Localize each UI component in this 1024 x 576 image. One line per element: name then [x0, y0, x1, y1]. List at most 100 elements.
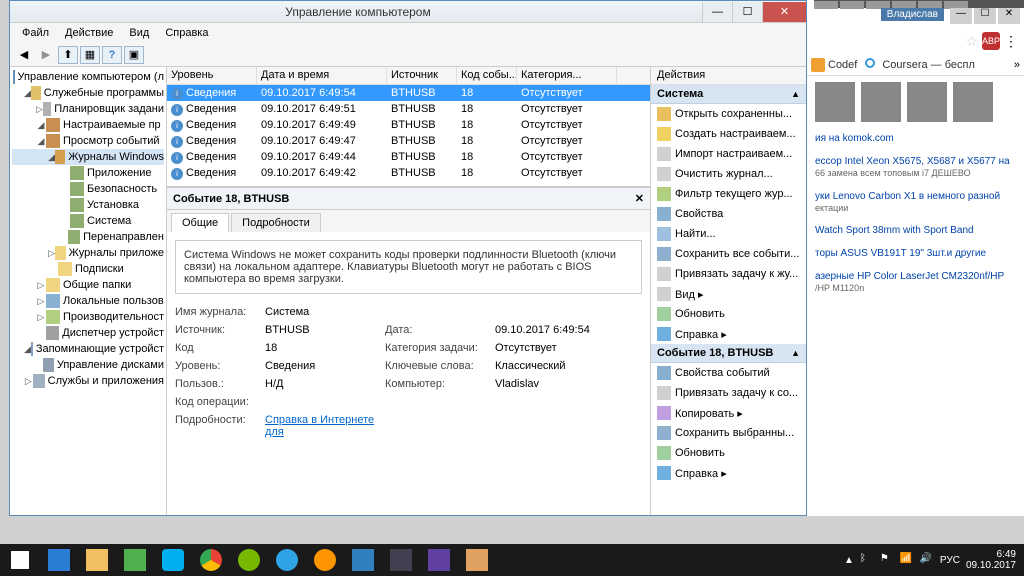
tree-item[interactable]: Безопасность [12, 181, 164, 197]
tray-bluetooth-icon[interactable]: ᛒ [860, 553, 874, 567]
browser-close[interactable]: ✕ [998, 8, 1020, 24]
maximize-button[interactable]: ☐ [732, 2, 762, 22]
taskbar-app2[interactable] [383, 546, 419, 574]
listing-link[interactable]: торы ASUS VB191T 19" 3шт.и другие [815, 247, 1016, 260]
up-button[interactable]: ⬆ [58, 46, 78, 64]
event-row[interactable]: iСведения09.10.2017 6:49:47BTHUSB18Отсут… [167, 133, 650, 149]
tree-item[interactable]: Диспетчер устройст [12, 325, 164, 341]
browser-minimize[interactable]: — [950, 8, 972, 24]
thumb[interactable] [907, 82, 947, 122]
tree-item[interactable]: Подписки [12, 261, 164, 277]
action-item[interactable]: Сохранить выбранны... [651, 423, 806, 443]
taskbar-chrome[interactable] [193, 546, 229, 574]
listing-link[interactable]: ия на komok.com [815, 132, 1016, 145]
tray-volume-icon[interactable]: 🔊 [920, 553, 934, 567]
bookmark-star-icon[interactable]: ☆ [965, 33, 978, 50]
menu-action[interactable]: Действие [57, 25, 121, 41]
tray-up-icon[interactable]: ▲ [844, 555, 854, 566]
tree-item[interactable]: ◢Служебные программы [12, 85, 164, 101]
refresh-button[interactable]: ▣ [124, 46, 144, 64]
action-item[interactable]: Обновить [651, 443, 806, 463]
bookmark-codef[interactable]: Codef [811, 58, 857, 72]
taskbar-firefox[interactable] [307, 546, 343, 574]
taskbar-torrent[interactable] [231, 546, 267, 574]
thumb[interactable] [815, 82, 855, 122]
event-row[interactable]: iСведения09.10.2017 6:49:49BTHUSB18Отсут… [167, 117, 650, 133]
minimize-button[interactable]: — [702, 2, 732, 22]
grid-header-cell[interactable]: Уровень [167, 67, 257, 84]
thumb[interactable] [953, 82, 993, 122]
taskbar-app1[interactable] [345, 546, 381, 574]
taskbar-store[interactable] [117, 546, 153, 574]
taskbar-settings[interactable] [421, 546, 457, 574]
show-hide-tree-button[interactable]: ▦ [80, 46, 100, 64]
help-button[interactable]: ? [102, 46, 122, 64]
action-item[interactable]: Свойства [651, 204, 806, 224]
forward-button[interactable]: ▶ [36, 46, 56, 64]
grid-header-cell[interactable]: Код собы... [457, 67, 517, 84]
tray-clock[interactable]: 6:49 09.10.2017 [966, 549, 1016, 571]
tree-item[interactable]: ▷Журналы приложе [12, 245, 164, 261]
grid-header-cell[interactable]: Дата и время [257, 67, 387, 84]
chrome-user-badge[interactable]: Владислав [881, 8, 944, 21]
tray-flag-icon[interactable]: ⚑ [880, 553, 894, 567]
event-row[interactable]: iСведения09.10.2017 6:49:44BTHUSB18Отсут… [167, 149, 650, 165]
event-row[interactable]: iСведения09.10.2017 6:49:42BTHUSB18Отсут… [167, 165, 650, 181]
tree-item[interactable]: ▷Планировщик задани [12, 101, 164, 117]
tree-item[interactable]: ◢Просмотр событий [12, 133, 164, 149]
action-item[interactable]: Найти... [651, 224, 806, 244]
tree-item[interactable]: Система [12, 213, 164, 229]
listing-link[interactable]: ессор Intel Xeon X5675, X5687 и X5677 на… [815, 155, 1016, 180]
tree-item[interactable]: ▷Производительност [12, 309, 164, 325]
actions-section-event[interactable]: Событие 18, BTHUSB▲ [651, 344, 806, 363]
tray-network-icon[interactable]: 📶 [900, 553, 914, 567]
action-item[interactable]: Вид ▸ [651, 284, 806, 304]
tray-language[interactable]: РУС [940, 555, 960, 566]
action-item[interactable]: Свойства событий [651, 363, 806, 383]
action-item[interactable]: Справка ▸ [651, 463, 806, 483]
action-item[interactable]: Справка ▸ [651, 324, 806, 344]
help-link[interactable]: Справка в Интернете для [265, 414, 374, 438]
tree-item[interactable]: Установка [12, 197, 164, 213]
detail-close-icon[interactable]: ✕ [635, 192, 644, 205]
tree-item[interactable]: Перенаправлен [12, 229, 164, 245]
action-item[interactable]: Импорт настраиваем... [651, 144, 806, 164]
tree-item[interactable]: ◢Настраиваемые пр [12, 117, 164, 133]
taskbar-skype[interactable] [155, 546, 191, 574]
action-item[interactable]: Открыть сохраненны... [651, 104, 806, 124]
tree-item[interactable]: Приложение [12, 165, 164, 181]
adblock-icon[interactable]: ABP [982, 32, 1000, 50]
listing-link[interactable]: азерные HP Color LaserJet CM2320nf/HP/HP… [815, 270, 1016, 295]
chrome-menu-icon[interactable]: ⋮ [1004, 33, 1018, 50]
action-item[interactable]: Копировать ▸ [651, 403, 806, 423]
action-item[interactable]: Обновить [651, 304, 806, 324]
start-button[interactable] [0, 544, 40, 576]
event-row[interactable]: iСведения09.10.2017 6:49:54BTHUSB18Отсут… [167, 85, 650, 101]
browser-maximize[interactable]: ☐ [974, 8, 996, 24]
action-item[interactable]: Сохранить все событи... [651, 244, 806, 264]
action-item[interactable]: Фильтр текущего жур... [651, 184, 806, 204]
listing-link[interactable]: уки Lenovo Carbon X1 в немного разнойект… [815, 190, 1016, 215]
back-button[interactable]: ◀ [14, 46, 34, 64]
tree-item[interactable]: ▷Службы и приложения [12, 373, 164, 389]
tree-item[interactable]: Управление компьютером (л [12, 69, 164, 85]
grid-header-cell[interactable]: Категория... [517, 67, 617, 84]
menu-view[interactable]: Вид [121, 25, 157, 41]
grid-header-cell[interactable]: Источник [387, 67, 457, 84]
thumb[interactable] [861, 82, 901, 122]
close-button[interactable]: ✕ [762, 2, 806, 22]
taskbar-paint[interactable] [459, 546, 495, 574]
actions-section-system[interactable]: Система▲ [651, 85, 806, 104]
tab-details[interactable]: Подробности [231, 213, 321, 232]
menu-help[interactable]: Справка [157, 25, 216, 41]
taskbar-explorer[interactable] [79, 546, 115, 574]
action-item[interactable]: Привязать задачу к жу... [651, 264, 806, 284]
tree-item[interactable]: ▷Общие папки [12, 277, 164, 293]
bookmark-coursera[interactable]: Coursera — беспл [865, 58, 975, 72]
taskbar-telegram[interactable] [269, 546, 305, 574]
taskbar-ie[interactable] [41, 546, 77, 574]
bookmark-overflow-icon[interactable]: » [1014, 59, 1020, 71]
tree-item[interactable]: ◢Журналы Windows [12, 149, 164, 165]
tab-general[interactable]: Общие [171, 213, 229, 232]
event-row[interactable]: iСведения09.10.2017 6:49:51BTHUSB18Отсут… [167, 101, 650, 117]
